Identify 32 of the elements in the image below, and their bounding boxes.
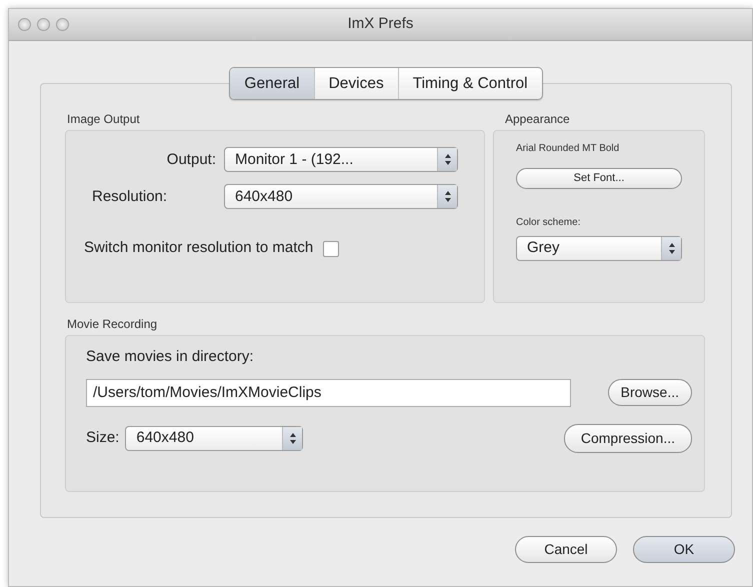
- tab[interactable]: Timing & Control: [398, 68, 542, 100]
- stepper-arrows-icon: [444, 153, 452, 166]
- group-title: Movie Recording: [67, 316, 158, 334]
- tab[interactable]: General: [230, 68, 315, 100]
- group-title: Image Output: [67, 111, 141, 128]
- close-button[interactable]: [18, 18, 31, 31]
- browse-button[interactable]: Browse...: [608, 379, 692, 406]
- tab[interactable]: Devices: [314, 68, 399, 100]
- dialog-button[interactable]: OK: [633, 536, 735, 564]
- stepper-arrows-icon: [668, 242, 676, 255]
- field-label: Color scheme:: [516, 216, 582, 230]
- set-font-button[interactable]: Set Font...: [516, 168, 682, 189]
- font-name: Arial Rounded MT Bold: [516, 142, 620, 156]
- minimize-button[interactable]: [37, 18, 50, 31]
- output-popup[interactable]: Monitor 1 - (192...: [224, 147, 458, 172]
- size-popup[interactable]: 640x480: [125, 426, 304, 451]
- checkbox-label: Switch monitor resolution to match: [84, 238, 314, 258]
- directory-field[interactable]: /Users/tom/Movies/ImXMovieClips: [86, 378, 571, 407]
- zoom-button[interactable]: [56, 18, 69, 31]
- dialog-button[interactable]: Cancel: [515, 536, 617, 564]
- field-label: Resolution:: [91, 186, 168, 206]
- window-title: ImX Prefs: [348, 14, 414, 34]
- resolution-popup[interactable]: 640x480: [224, 184, 458, 210]
- group-title: Appearance: [505, 111, 571, 128]
- stepper-arrows-icon: [288, 432, 297, 445]
- checkbox[interactable]: [323, 240, 340, 256]
- compression-button[interactable]: Compression...: [564, 424, 692, 453]
- field-label: Save movies in directory:: [86, 347, 255, 368]
- stepper-arrows-icon: [444, 190, 452, 204]
- color-scheme-popup[interactable]: Grey: [516, 236, 682, 261]
- field-label: Size:: [86, 428, 120, 448]
- field-label: Output:: [166, 150, 216, 170]
